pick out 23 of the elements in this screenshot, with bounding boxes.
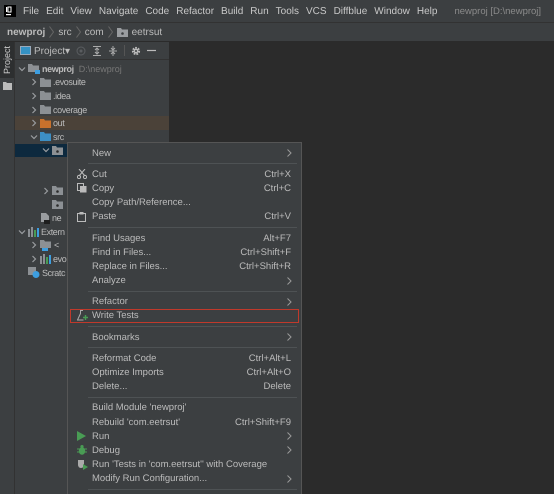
window-title: newproj [D:\newproj] [454, 6, 542, 16]
shortcut-label: Ctrl+Shift+F [240, 246, 291, 258]
tree-label: ne [52, 213, 62, 224]
module-path: D:\newproj [78, 64, 122, 74]
tree-label: src [53, 132, 64, 142]
shortcut-label: Ctrl+Alt+O [246, 367, 291, 378]
tree-label: .evosuite [53, 77, 86, 88]
tree-label: evo [53, 254, 66, 264]
tree-label: coverage [53, 104, 87, 115]
shortcut-label: Alt+F7 [263, 232, 291, 244]
tree-label: newproj [42, 64, 74, 74]
shortcut-label: Ctrl+Alt+L [248, 352, 291, 364]
tree-label: Extern [41, 226, 65, 237]
tree-label: Scratc [42, 268, 66, 278]
shortcut-label: Ctrl+C [264, 182, 291, 194]
shortcut-label: Ctrl+Shift+F9 [235, 416, 291, 428]
tree-label: out [53, 118, 64, 128]
tree-label: < [54, 240, 59, 250]
shortcut-label: Ctrl+V [264, 211, 291, 222]
shortcut-label: Ctrl+X [264, 168, 291, 180]
shortcut-label: Delete [264, 381, 291, 392]
shortcut-label: Ctrl+Shift+R [239, 260, 291, 272]
tree-label: .idea [53, 90, 71, 101]
